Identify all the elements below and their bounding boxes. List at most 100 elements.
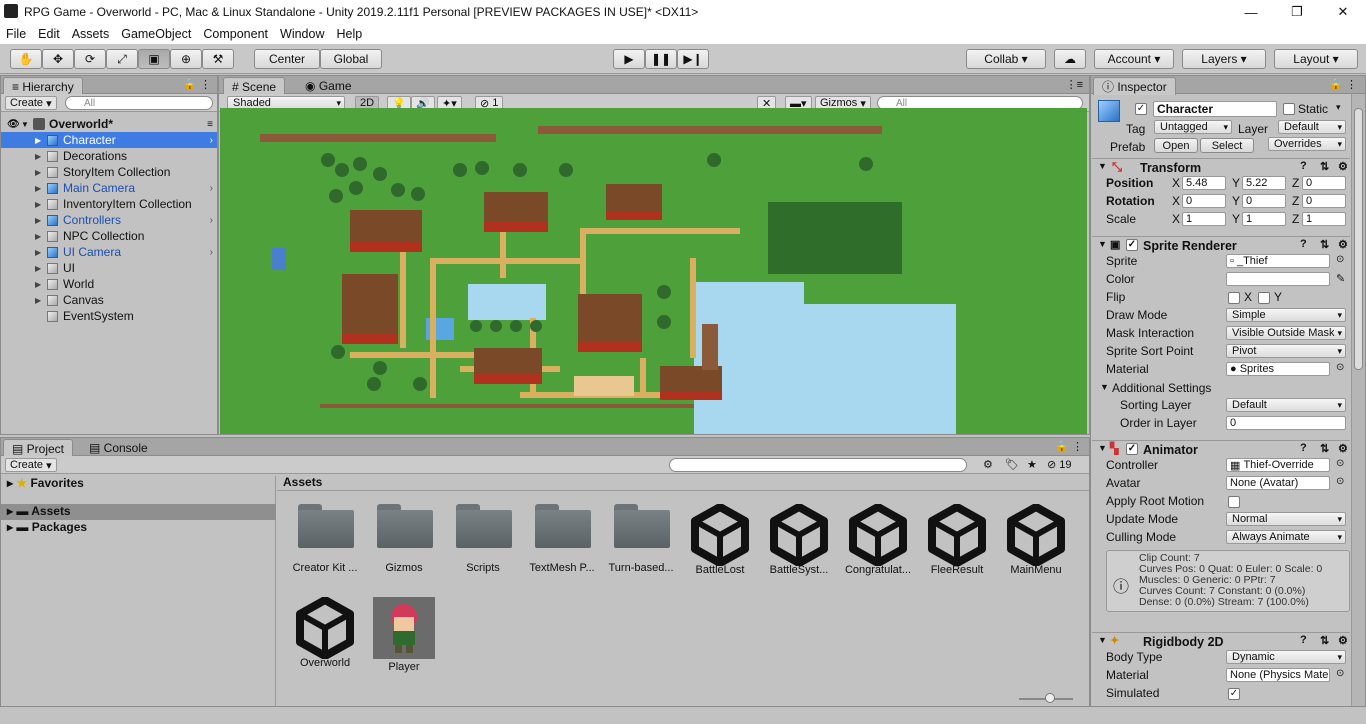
assets-row[interactable]: ▸ ▬ Assets (1, 504, 276, 520)
custom-tool-icon[interactable]: ⚒ (202, 49, 234, 69)
hierarchy-item-ui[interactable]: ▶ UI (1, 260, 217, 276)
axis-z-label[interactable]: Z (1292, 176, 1299, 190)
physics-material-field[interactable]: None (Physics Mate (1226, 668, 1330, 682)
hierarchy-item-eventsystem[interactable]: ▶EventSystem (1, 308, 217, 324)
collab-dropdown[interactable]: Collab ▾ (966, 49, 1046, 69)
rotation-x-input[interactable]: 0 (1182, 194, 1226, 208)
flip-y-checkbox[interactable] (1258, 292, 1270, 304)
hierarchy-item-storyitem-collection[interactable]: ▶ StoryItem Collection (1, 164, 217, 180)
expand-arrow-icon[interactable]: ▶ (35, 168, 41, 177)
asset-item[interactable]: FleeResult (919, 503, 995, 576)
asset-item[interactable]: Player (366, 597, 442, 673)
layers-dropdown[interactable]: Layers ▾ (1182, 49, 1266, 69)
rotation-z-input[interactable]: 0 (1302, 194, 1346, 208)
eyedropper-icon[interactable]: ✎ (1336, 272, 1345, 285)
animator-help-icon[interactable]: ? (1300, 442, 1307, 454)
pivot-global-button[interactable]: Global (320, 49, 382, 69)
hierarchy-item-character[interactable]: ▶ Character › (1, 132, 217, 148)
expand-arrow-icon[interactable]: ▶ (35, 232, 41, 241)
menu-file[interactable]: File (0, 27, 32, 41)
pivot-center-button[interactable]: Center (254, 49, 320, 69)
rigidbody-settings-icon[interactable]: ⚙ (1338, 634, 1348, 647)
layer-dropdown[interactable]: Default (1278, 120, 1346, 134)
static-checkbox[interactable] (1283, 103, 1295, 115)
additional-foldout-icon[interactable]: ▼ (1100, 382, 1109, 392)
project-create-button[interactable]: Create ▾ (5, 458, 57, 472)
menu-assets[interactable]: Assets (66, 27, 116, 41)
tab-game[interactable]: ◉ Game (297, 77, 360, 94)
asset-item[interactable]: BattleLost (682, 503, 758, 576)
close-button[interactable]: ✕ (1320, 0, 1366, 24)
avatar-field[interactable]: None (Avatar) (1226, 476, 1330, 490)
account-dropdown[interactable]: Account ▾ (1094, 49, 1174, 69)
panel-menu-icon[interactable]: 🔒 ⋮ (183, 78, 211, 91)
asset-item[interactable]: Overworld (287, 596, 363, 669)
tab-hierarchy[interactable]: ≡ Hierarchy (3, 77, 83, 95)
rect-tool-icon[interactable]: ▣ (138, 49, 170, 69)
step-button[interactable]: ▶❙ (677, 49, 709, 69)
animator-preset-icon[interactable]: ⇅ (1320, 442, 1329, 455)
apply-root-motion-checkbox[interactable] (1228, 496, 1240, 508)
avatar-picker-icon[interactable]: ⊙ (1336, 476, 1344, 487)
menu-help[interactable]: Help (330, 27, 368, 41)
axis-y-label[interactable]: Y (1232, 194, 1240, 208)
asset-item[interactable]: BattleSyst... (761, 503, 837, 576)
tab-console[interactable]: ▤ Console (81, 439, 156, 456)
tag-dropdown[interactable]: Untagged (1154, 120, 1232, 134)
rotation-y-input[interactable]: 0 (1242, 194, 1286, 208)
filter-by-type-icon[interactable]: ⚙ (983, 458, 993, 471)
axis-x-label[interactable]: X (1172, 194, 1180, 208)
scrollbar-thumb[interactable] (1354, 108, 1363, 370)
prefab-chevron-icon[interactable]: › (210, 215, 213, 226)
scene-panel-menu-icon[interactable]: ⋮≡ (1066, 78, 1083, 91)
expand-arrow-icon[interactable]: ▶ (35, 136, 41, 145)
expand-arrow-icon[interactable]: ▶ (35, 216, 41, 225)
animator-settings-icon[interactable]: ⚙ (1338, 442, 1348, 455)
expand-arrow-icon[interactable]: ▶ (35, 280, 41, 289)
scene-viewport[interactable] (220, 108, 1087, 434)
eye-icon[interactable]: 👁 (7, 119, 20, 130)
scene-root-row[interactable]: 👁 ▼ Overworld* ≡ (1, 116, 217, 132)
packages-row[interactable]: ▸ ▬ Packages (7, 520, 275, 536)
transform-foldout-icon[interactable]: ▼ (1098, 161, 1107, 171)
scale-tool-icon[interactable]: ⤢ (106, 49, 138, 69)
prefab-select-button[interactable]: Select (1200, 138, 1254, 153)
menu-window[interactable]: Window (274, 27, 330, 41)
pause-button[interactable]: ❚❚ (645, 49, 677, 69)
rigidbody-help-icon[interactable]: ? (1300, 634, 1307, 646)
expand-arrow-icon[interactable]: ▶ (35, 184, 41, 193)
draw-mode-dropdown[interactable]: Simple (1226, 308, 1346, 322)
material-picker-icon[interactable]: ⊙ (1336, 362, 1344, 373)
expand-arrow-icon[interactable]: ▼ (21, 120, 29, 129)
filter-by-label-icon[interactable]: 🏷 (1005, 458, 1019, 471)
static-dropdown-icon[interactable]: ▾ (1336, 102, 1341, 113)
sprite-field[interactable]: ▫ _Thief (1226, 254, 1330, 268)
hierarchy-item-main-camera[interactable]: ▶ Main Camera › (1, 180, 217, 196)
play-button[interactable]: ▶ (613, 49, 645, 69)
animator-foldout-icon[interactable]: ▼ (1098, 443, 1107, 453)
cloud-icon[interactable]: ☁ (1054, 49, 1086, 69)
transform-settings-icon[interactable]: ⚙ (1338, 160, 1348, 173)
menu-component[interactable]: Component (197, 27, 274, 41)
mask-interaction-dropdown[interactable]: Visible Outside Mask (1226, 326, 1346, 340)
transform-preset-icon[interactable]: ⇅ (1320, 160, 1329, 173)
sprite-picker-icon[interactable]: ⊙ (1336, 254, 1344, 265)
sprite-renderer-preset-icon[interactable]: ⇅ (1320, 238, 1329, 251)
project-search-input[interactable] (669, 458, 967, 472)
scale-x-input[interactable]: 1 (1182, 212, 1226, 226)
material-field[interactable]: ● Sprites (1226, 362, 1330, 376)
favorites-star-icon[interactable]: ★ (1027, 458, 1037, 471)
project-panel-menu-icon[interactable]: 🔒 ⋮ (1055, 440, 1083, 453)
favorites-row[interactable]: ▸ ★ Favorites (7, 476, 275, 494)
tab-project[interactable]: ▤ Project (3, 439, 74, 457)
sprite-renderer-foldout-icon[interactable]: ▼ (1098, 239, 1107, 249)
simulated-checkbox[interactable]: ✓ (1228, 688, 1240, 700)
axis-x-label[interactable]: X (1172, 212, 1180, 226)
position-x-input[interactable]: 5.48 (1182, 176, 1226, 190)
prefab-chevron-icon[interactable]: › (210, 247, 213, 258)
scene-menu-icon[interactable]: ≡ (207, 119, 213, 130)
maximize-button[interactable]: ❐ (1274, 0, 1320, 24)
zoom-slider-thumb[interactable] (1045, 693, 1055, 703)
move-tool-icon[interactable]: ✥ (42, 49, 74, 69)
asset-item[interactable]: TextMesh P... (524, 504, 600, 574)
